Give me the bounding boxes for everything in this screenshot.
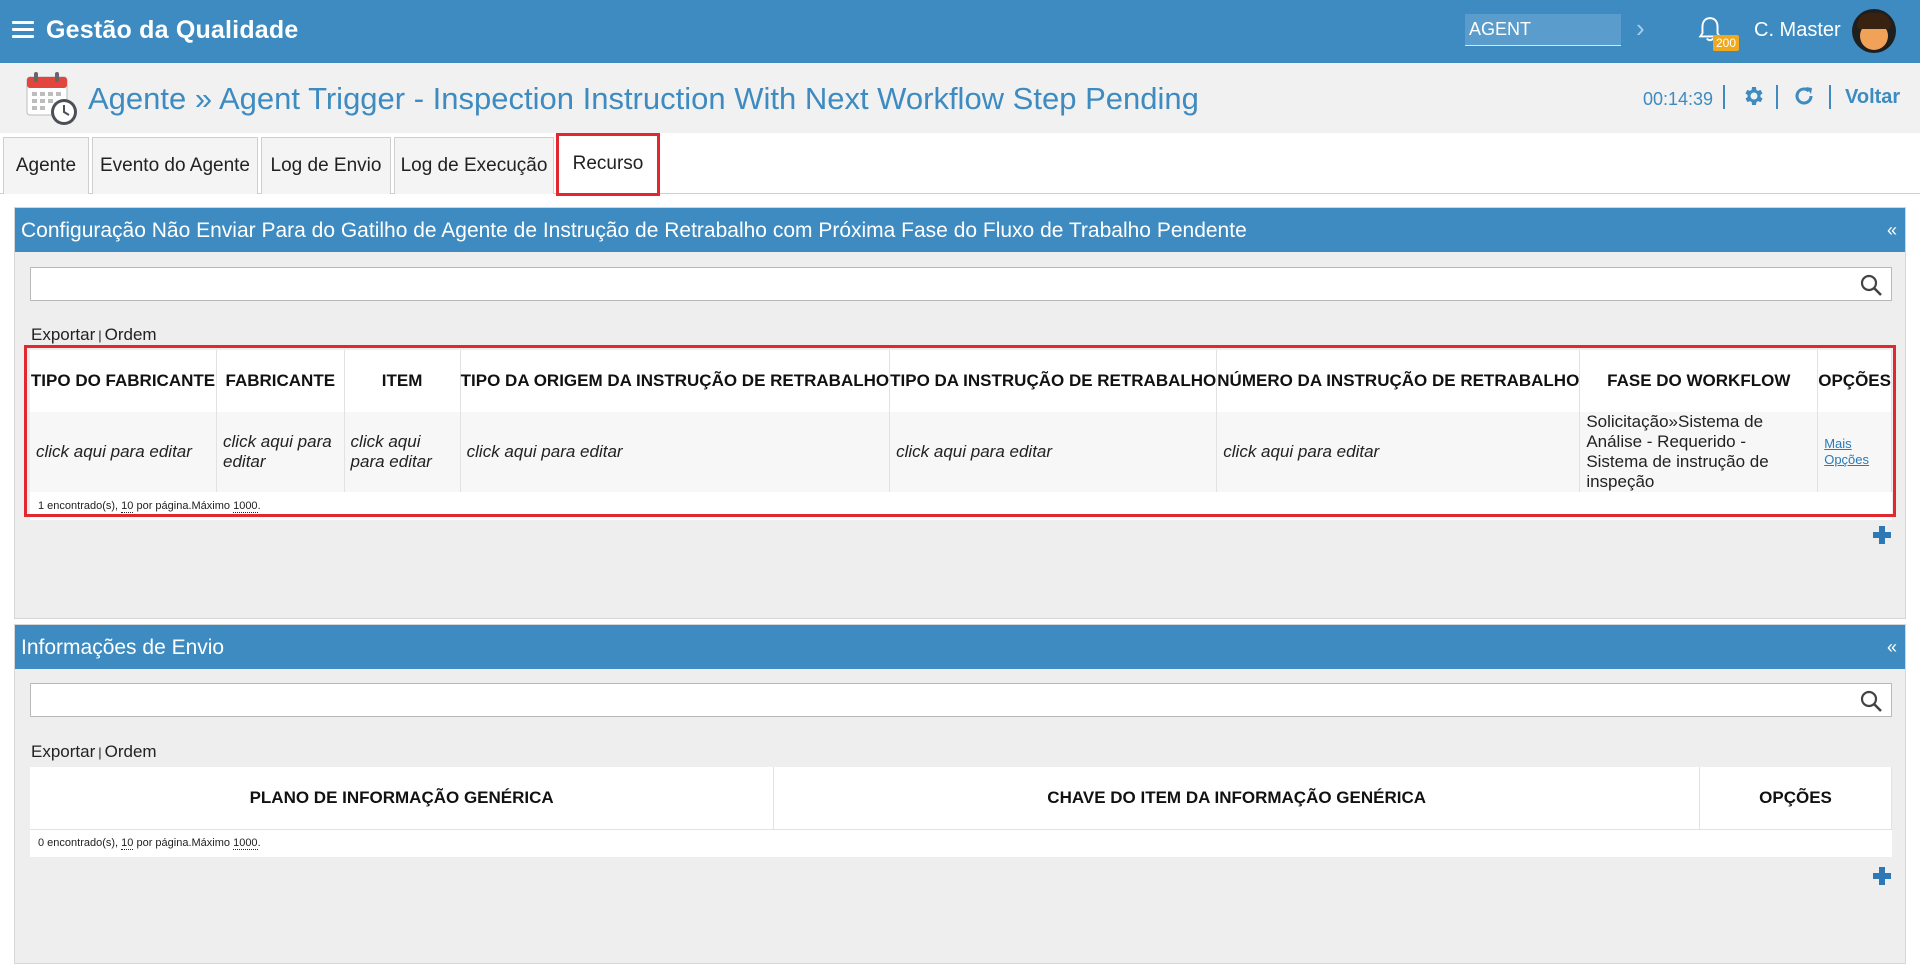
order-link[interactable]: Ordem bbox=[105, 742, 157, 761]
menu-icon[interactable] bbox=[12, 21, 34, 39]
tab-recurso[interactable]: Recurso bbox=[556, 133, 660, 196]
column-header[interactable]: ITEM bbox=[344, 350, 461, 412]
separator bbox=[1829, 85, 1831, 109]
page-header: Agente » Agent Trigger - Inspection Inst… bbox=[0, 63, 1920, 133]
column-header[interactable]: PLANO DE INFORMAÇÃO GENÉRICA bbox=[30, 767, 775, 829]
tab-log-de-execucao[interactable]: Log de Execução bbox=[394, 137, 554, 194]
order-link[interactable]: Ordem bbox=[105, 325, 157, 344]
module-input[interactable]: AGENT bbox=[1465, 14, 1621, 46]
table-header-row: PLANO DE INFORMAÇÃO GENÉRICA CHAVE DO IT… bbox=[30, 767, 1892, 829]
page-title: Agente » Agent Trigger - Inspection Inst… bbox=[88, 81, 1199, 116]
panel-header: Configuração Não Enviar Para do Gatilho … bbox=[15, 208, 1905, 252]
grid-actions: Exportar | Ordem bbox=[31, 325, 157, 344]
calendar-clock-icon bbox=[26, 72, 77, 125]
column-header[interactable]: FABRICANTE bbox=[216, 350, 345, 412]
search-input[interactable] bbox=[31, 684, 1891, 716]
column-header[interactable]: CHAVE DO ITEM DA INFORMAÇÃO GENÉRICA bbox=[773, 767, 1701, 829]
user-name[interactable]: C. Master bbox=[1754, 19, 1841, 42]
collapse-icon[interactable]: « bbox=[1887, 637, 1897, 658]
record-count: 1 encontrado(s), 10 por página.Máximo 10… bbox=[30, 492, 1892, 520]
page-size-link[interactable]: 10 bbox=[121, 500, 134, 513]
search-field[interactable] bbox=[30, 267, 1892, 301]
avatar[interactable] bbox=[1852, 9, 1896, 53]
table-footer: 0 encontrado(s), 10 por página.Máximo 10… bbox=[30, 828, 1892, 857]
column-header[interactable]: OPÇÕES bbox=[1699, 767, 1892, 829]
table-header-row: TIPO DO FABRICANTE FABRICANTE ITEM TIPO … bbox=[30, 350, 1892, 412]
search-icon[interactable] bbox=[1859, 273, 1883, 297]
panel-title: Configuração Não Enviar Para do Gatilho … bbox=[21, 219, 1247, 242]
table-row: click aqui para editar click aqui para e… bbox=[30, 412, 1892, 492]
editable-cell[interactable]: click aqui para editar bbox=[1216, 412, 1581, 492]
panel-header: Informações de Envio « bbox=[15, 625, 1905, 669]
back-button[interactable]: Voltar bbox=[1845, 86, 1900, 109]
workflow-step-cell: Solicitação»Sistema de Análise - Requeri… bbox=[1579, 412, 1819, 492]
column-header[interactable]: FASE DO WORKFLOW bbox=[1579, 350, 1819, 412]
top-bar: Gestão da Qualidade AGENT › 200 C. Maste… bbox=[0, 0, 1920, 63]
config-table: TIPO DO FABRICANTE FABRICANTE ITEM TIPO … bbox=[30, 350, 1892, 520]
panel-config-nao-enviar: Configuração Não Enviar Para do Gatilho … bbox=[14, 207, 1906, 619]
options-link[interactable]: Opções bbox=[1824, 452, 1885, 468]
add-icon[interactable] bbox=[1871, 865, 1893, 887]
editable-cell[interactable]: click aqui para editar bbox=[216, 412, 345, 492]
tab-bar: Agente Evento do Agente Log de Envio Log… bbox=[0, 133, 1920, 196]
column-header[interactable]: OPÇÕES bbox=[1817, 350, 1892, 412]
editable-cell[interactable]: click aqui para editar bbox=[344, 412, 461, 492]
panel-informacoes-envio: Informações de Envio « Exportar | Ordem PL… bbox=[14, 624, 1906, 964]
gear-icon[interactable] bbox=[1741, 84, 1765, 108]
export-link[interactable]: Exportar bbox=[31, 325, 95, 344]
column-header[interactable]: TIPO DA ORIGEM DA INSTRUÇÃO DE RETRABALH… bbox=[460, 350, 891, 412]
tab-agente[interactable]: Agente bbox=[3, 137, 89, 194]
column-header[interactable]: TIPO DA INSTRUÇÃO DE RETRABALHO bbox=[889, 350, 1218, 412]
separator bbox=[1723, 85, 1725, 109]
chevron-right-icon[interactable]: › bbox=[1636, 14, 1656, 42]
options-cell: Mais Opções bbox=[1817, 412, 1892, 492]
search-input[interactable] bbox=[31, 268, 1891, 300]
column-header[interactable]: TIPO DO FABRICANTE bbox=[30, 350, 218, 412]
max-records-link[interactable]: 1000 bbox=[233, 500, 258, 513]
refresh-icon[interactable] bbox=[1792, 84, 1816, 108]
editable-cell[interactable]: click aqui para editar bbox=[460, 412, 891, 492]
column-header[interactable]: NÚMERO DA INSTRUÇÃO DE RETRABALHO bbox=[1216, 350, 1581, 412]
grid-actions: Exportar | Ordem bbox=[31, 742, 157, 761]
tab-evento-do-agente[interactable]: Evento do Agente bbox=[92, 137, 258, 194]
max-records-link[interactable]: 1000 bbox=[233, 837, 258, 851]
table-footer: 1 encontrado(s), 10 por página.Máximo 10… bbox=[30, 492, 1892, 520]
app-title: Gestão da Qualidade bbox=[46, 16, 299, 44]
notification-badge: 200 bbox=[1713, 35, 1740, 51]
export-link[interactable]: Exportar bbox=[31, 742, 95, 761]
add-icon[interactable] bbox=[1871, 524, 1893, 546]
editable-cell[interactable]: click aqui para editar bbox=[30, 412, 218, 492]
collapse-icon[interactable]: « bbox=[1887, 220, 1897, 241]
page-size-link[interactable]: 10 bbox=[121, 837, 134, 851]
more-options-link[interactable]: Mais bbox=[1824, 436, 1885, 452]
editable-cell[interactable]: click aqui para editar bbox=[889, 412, 1218, 492]
search-icon[interactable] bbox=[1859, 689, 1883, 713]
session-timer: 00:14:39 bbox=[1643, 89, 1714, 109]
record-count: 0 encontrado(s), 10 por página.Máximo 10… bbox=[30, 828, 1892, 857]
sending-info-table: PLANO DE INFORMAÇÃO GENÉRICA CHAVE DO IT… bbox=[30, 767, 1892, 857]
separator bbox=[1776, 85, 1778, 109]
search-field[interactable] bbox=[30, 683, 1892, 717]
tab-log-de-envio[interactable]: Log de Envio bbox=[261, 137, 391, 194]
panel-title: Informações de Envio bbox=[21, 636, 225, 659]
